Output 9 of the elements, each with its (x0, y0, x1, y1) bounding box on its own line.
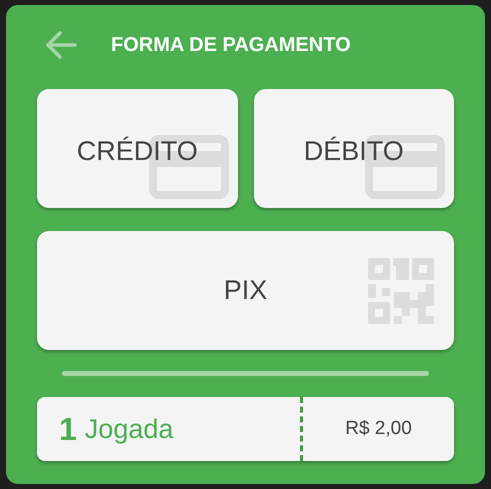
back-arrow-icon[interactable] (45, 30, 77, 60)
payment-method-button[interactable]: CRÉDITO (37, 89, 238, 208)
payment-method-button[interactable]: PIX (37, 231, 454, 350)
qr-code-icon (368, 258, 434, 324)
page-title: FORMA DE PAGAMENTO (111, 33, 351, 58)
play-count: 1 (59, 410, 77, 449)
play-unit: Jogada (84, 412, 174, 446)
payment-method-button[interactable]: DÉBITO (254, 89, 454, 208)
price-text: R$ 2,00 (345, 416, 412, 441)
